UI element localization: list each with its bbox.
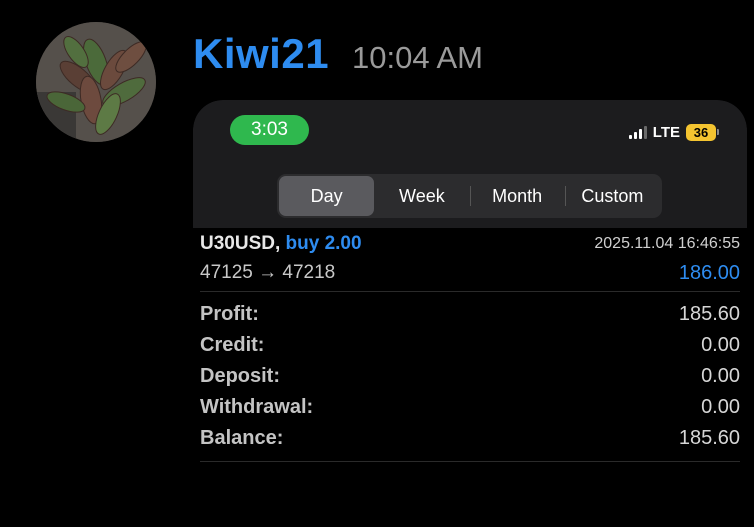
tab-month[interactable]: Month	[469, 176, 565, 216]
summary-value: 185.60	[678, 303, 740, 325]
avatar[interactable]	[36, 22, 156, 142]
divider	[200, 291, 740, 292]
trade-prices: 47125 → 47218	[200, 262, 336, 283]
summary-label: Withdrawal:	[200, 396, 314, 418]
battery-icon: 36	[686, 123, 719, 141]
summary-value: 0.00	[701, 365, 740, 387]
summary-label: Deposit:	[200, 365, 280, 387]
sender-name[interactable]: Kiwi21	[193, 30, 329, 78]
summary-value: 185.60	[678, 427, 740, 449]
summary-credit-row: Credit: 0.00	[200, 334, 740, 365]
battery-level: 36	[686, 123, 716, 141]
trade-detail-row: 47125 → 47218 186.00	[200, 262, 740, 284]
status-indicators: LTE 36	[628, 122, 719, 142]
tab-week[interactable]: Week	[374, 176, 469, 216]
trade-datetime: 2025.11.04 16:46:55	[594, 235, 740, 252]
period-segmented-control: Day Week Month Custom	[277, 174, 662, 218]
summary-profit-row: Profit: 185.60	[200, 303, 740, 334]
plant-photo-icon	[36, 22, 156, 142]
summary-value: 0.00	[701, 334, 740, 356]
status-time-pill: 3:03	[230, 115, 309, 145]
summary-withdrawal-row: Withdrawal: 0.00	[200, 396, 740, 427]
phone-header: 3:03 LTE 36 Day Week Month Custom	[193, 100, 747, 228]
chat-message: Kiwi21 10:04 AM 3:03 LTE 36 Day Week Mon…	[0, 0, 754, 527]
summary-balance-row: Balance: 185.60	[200, 427, 740, 458]
trade-symbol: U30USD,	[200, 233, 281, 254]
message-timestamp: 10:04 AM	[352, 40, 483, 75]
summary-label: Profit:	[200, 303, 259, 325]
network-label: LTE	[652, 123, 680, 141]
summary-deposit-row: Deposit: 0.00	[200, 365, 740, 396]
trade-row[interactable]: U30USD, buy 2.00 2025.11.04 16:46:55	[200, 233, 740, 255]
summary-value: 0.00	[701, 396, 740, 418]
trade-side: buy 2.00	[285, 233, 362, 254]
summary-label: Balance:	[200, 427, 284, 449]
screenshot-image[interactable]: 3:03 LTE 36 Day Week Month Custom U30USD…	[193, 100, 747, 480]
tab-day[interactable]: Day	[279, 176, 375, 216]
divider	[200, 461, 740, 462]
trade-profit: 186.00	[678, 262, 740, 284]
tab-custom[interactable]: Custom	[564, 176, 660, 216]
cellular-signal-icon	[628, 125, 647, 139]
summary-label: Credit:	[200, 334, 265, 356]
